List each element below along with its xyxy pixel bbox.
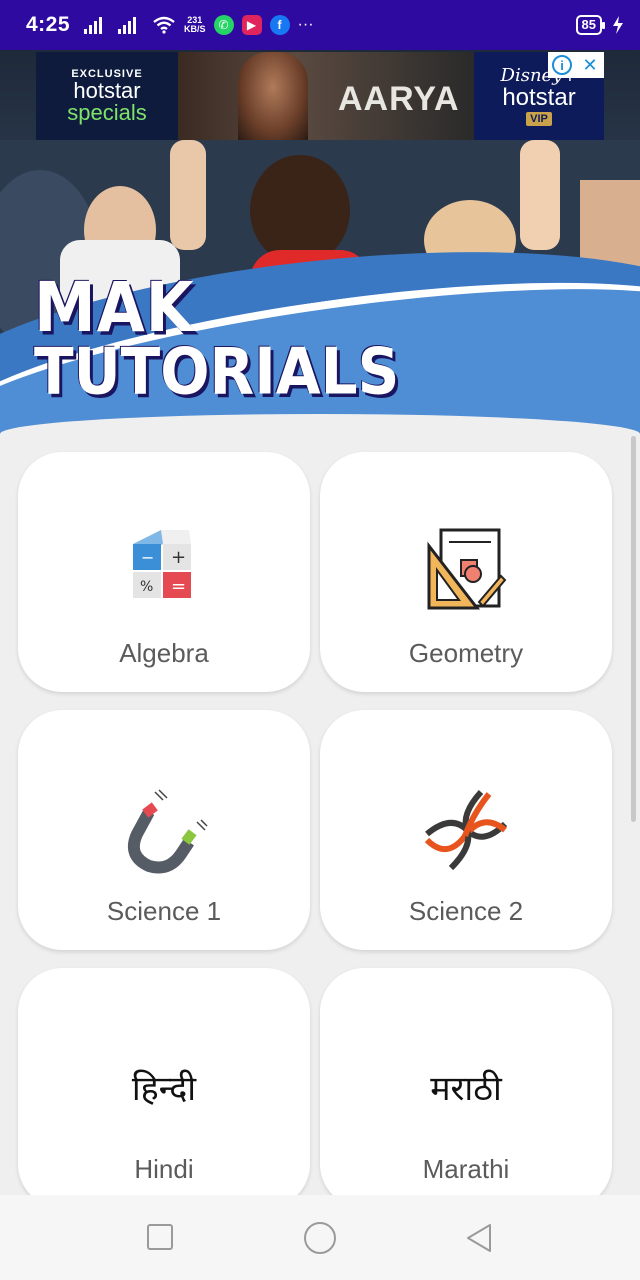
- subject-card-science-2[interactable]: Science 2: [320, 710, 612, 950]
- svg-text:−: −: [141, 548, 154, 567]
- facebook-icon: f: [269, 15, 290, 35]
- ad-left-panel: EXCLUSIVE hotstar specials: [36, 52, 178, 140]
- home-button[interactable]: [302, 1220, 338, 1256]
- subject-label: Marathi: [422, 1154, 510, 1184]
- ad-close-button[interactable]: ✕: [576, 52, 604, 78]
- ad-actor-photo: [238, 52, 308, 140]
- subject-card-science-1[interactable]: Science 1: [18, 710, 310, 950]
- marathi-script-icon: मराठी: [416, 1042, 516, 1132]
- ad-specials-label: specials: [67, 100, 147, 125]
- recents-button[interactable]: [146, 1223, 176, 1253]
- status-right: 85: [575, 15, 624, 35]
- dna-icon: [421, 784, 511, 874]
- scrollbar[interactable]: [631, 436, 636, 822]
- more-notifications-icon: ···: [297, 16, 314, 33]
- brand-title-line2: TUTORIALS: [34, 334, 400, 410]
- subject-card-geometry[interactable]: Geometry: [320, 452, 612, 692]
- brand-title: MAK TUTORIALS: [34, 267, 400, 410]
- subject-label: Science 2: [408, 896, 524, 926]
- whatsapp-icon: ✆: [213, 15, 234, 35]
- svg-text:%: %: [140, 579, 153, 595]
- subject-card-hindi[interactable]: हिन्दी Hindi: [18, 968, 310, 1208]
- subject-label: Geometry: [408, 638, 524, 668]
- ad-right-panel: Disney+ hotstar VIP i ✕: [474, 52, 604, 140]
- calculator-blocks-icon: − + % =: [119, 526, 209, 616]
- ad-hotstar-label: hotstar: [73, 78, 141, 103]
- marathi-script-text: मराठी: [430, 1069, 502, 1109]
- status-icons: 231 KB/S ✆ ▶ f ···: [84, 15, 314, 35]
- network-speed: 231 KB/S: [184, 16, 206, 34]
- ad-info-button[interactable]: i: [548, 52, 576, 78]
- geometry-tools-icon: [421, 526, 511, 616]
- info-icon: i: [552, 55, 572, 75]
- back-button[interactable]: [464, 1223, 494, 1253]
- ad-controls: i ✕: [548, 52, 604, 78]
- ad-hotstar-logo: hotstar: [502, 84, 576, 111]
- ad-title: AARYA: [338, 80, 460, 118]
- subject-label: Science 1: [106, 896, 222, 926]
- signal-icon-2: [118, 17, 137, 34]
- video-app-icon: ▶: [241, 15, 262, 35]
- ad-vip-badge: VIP: [526, 112, 552, 126]
- status-time: 4:25: [26, 13, 71, 36]
- brand-title-line1: MAK: [34, 267, 195, 348]
- hindi-script-text: हिन्दी: [131, 1069, 197, 1109]
- battery-icon: 85: [575, 15, 606, 35]
- subject-card-marathi[interactable]: मराठी Marathi: [320, 968, 612, 1208]
- subject-label: Hindi: [134, 1154, 194, 1184]
- network-speed-unit: KB/S: [184, 24, 206, 34]
- svg-text:+: +: [171, 547, 186, 568]
- ad-image: AARYA: [178, 52, 474, 140]
- hindi-script-icon: हिन्दी: [114, 1042, 214, 1132]
- system-nav-bar: [0, 1195, 640, 1280]
- ad-banner[interactable]: EXCLUSIVE hotstar specials AARYA Disney+…: [36, 52, 604, 140]
- signal-icon: [84, 17, 103, 34]
- subject-card-algebra[interactable]: − + % = Algebra: [18, 452, 310, 692]
- magnet-icon: [119, 784, 209, 874]
- wifi-icon: [153, 16, 175, 34]
- subject-label: Algebra: [119, 638, 209, 668]
- svg-text:=: =: [171, 576, 186, 597]
- charging-icon: [613, 16, 623, 34]
- status-bar: 4:25 231 KB/S ✆ ▶ f ··· 85: [0, 0, 640, 50]
